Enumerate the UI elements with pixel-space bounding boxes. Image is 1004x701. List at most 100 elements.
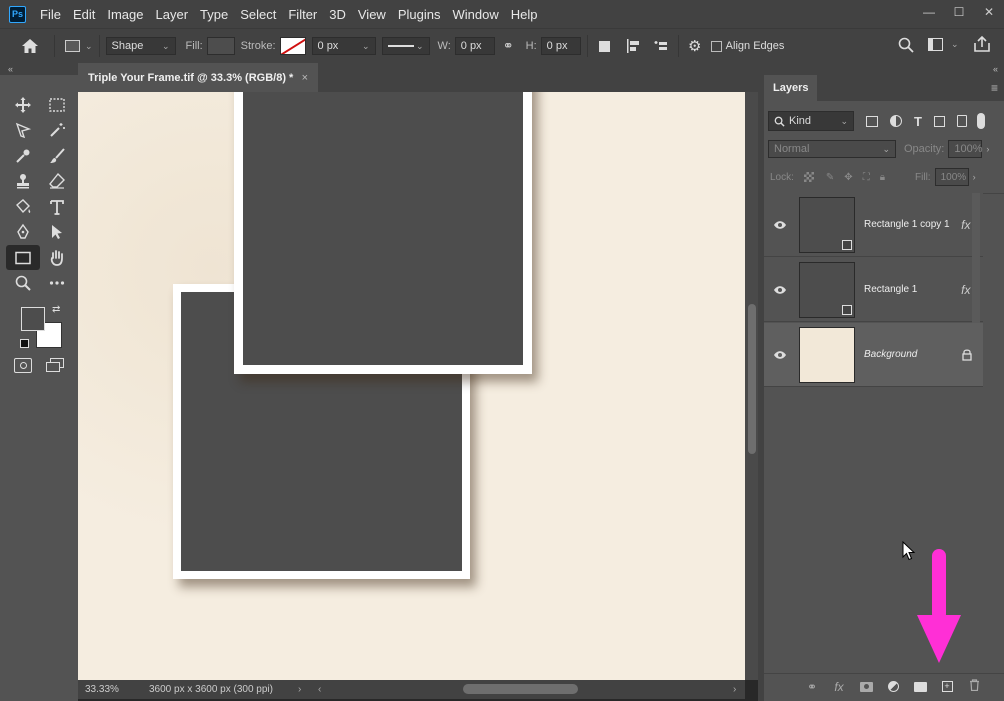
zoom-level[interactable]: 33.33% xyxy=(85,684,143,695)
height-field[interactable]: 0 px xyxy=(540,37,581,55)
collapse-panel-button[interactable]: « xyxy=(993,63,998,75)
lock-brush-icon[interactable]: ✎ xyxy=(826,172,834,183)
layer-row[interactable]: Rectangle 1 fx ⌄ xyxy=(764,258,983,322)
magic-wand-tool[interactable] xyxy=(40,118,74,143)
marquee-tool[interactable] xyxy=(40,92,74,117)
close-button[interactable]: ✕ xyxy=(974,0,1004,24)
menu-view[interactable]: View xyxy=(352,7,392,22)
link-dimensions-icon[interactable]: ⚭ xyxy=(503,38,514,54)
type-tool[interactable] xyxy=(40,194,74,219)
rectangle-tool[interactable] xyxy=(6,245,40,271)
hand-tool[interactable] xyxy=(40,245,74,270)
new-layer-icon[interactable]: + xyxy=(939,681,955,692)
paint-bucket-tool[interactable] xyxy=(6,194,40,219)
filter-smart-object-button[interactable] xyxy=(956,115,967,127)
workspace-button[interactable]: ⌄ xyxy=(928,38,959,51)
path-alignment-button[interactable] xyxy=(622,38,644,54)
chevron-right-icon[interactable]: › xyxy=(298,684,301,695)
vertical-scrollbar[interactable] xyxy=(745,92,758,680)
path-arrangement-button[interactable] xyxy=(650,38,672,54)
stroke-swatch[interactable] xyxy=(279,37,306,55)
eyedropper-tool[interactable] xyxy=(6,143,40,168)
menu-layer[interactable]: Layer xyxy=(150,7,195,22)
panel-menu-icon[interactable]: ≡ xyxy=(991,81,998,95)
chevron-right-icon[interactable]: › xyxy=(973,172,976,182)
stroke-type-select[interactable]: ⌄ xyxy=(381,37,430,55)
layer-row[interactable]: Background xyxy=(764,323,983,387)
move-tool[interactable] xyxy=(6,92,40,117)
menu-select[interactable]: Select xyxy=(234,7,282,22)
visibility-toggle[interactable] xyxy=(764,350,796,360)
chevron-left-icon[interactable]: ‹ xyxy=(318,684,321,695)
foreground-color-swatch[interactable] xyxy=(21,307,45,331)
filter-type-icon[interactable]: T xyxy=(914,114,922,129)
brush-tool[interactable] xyxy=(40,143,74,168)
pen-tool[interactable] xyxy=(6,220,40,245)
folder-icon[interactable] xyxy=(912,681,928,692)
layer-effects-icon[interactable]: fx xyxy=(961,283,970,297)
lock-all-icon[interactable]: 🔒︎ xyxy=(880,172,885,183)
visibility-toggle[interactable] xyxy=(764,220,796,230)
menu-filter[interactable]: Filter xyxy=(282,7,323,22)
document-tab[interactable]: Triple Your Frame.tif @ 33.3% (RGB/8) * … xyxy=(78,63,318,92)
more-tools-button[interactable] xyxy=(40,271,74,296)
minimize-button[interactable]: — xyxy=(914,0,944,24)
fx-icon[interactable]: fx xyxy=(831,680,847,694)
stroke-width-field[interactable]: 0 px ⌄ xyxy=(311,37,376,55)
canvas[interactable] xyxy=(78,92,745,680)
menu-image[interactable]: Image xyxy=(101,7,149,22)
fill-field[interactable]: 100% xyxy=(934,168,969,186)
opacity-field[interactable]: 100% xyxy=(948,140,983,158)
zoom-tool[interactable] xyxy=(6,271,40,296)
share-button[interactable] xyxy=(973,35,991,56)
blend-mode-select[interactable]: Normal ⌄ xyxy=(768,140,896,158)
horizontal-scroll-thumb[interactable] xyxy=(463,684,578,694)
search-button[interactable] xyxy=(898,37,914,56)
width-field[interactable]: 0 px xyxy=(454,37,495,55)
swap-colors-icon[interactable]: ⇄ xyxy=(52,304,60,315)
clone-stamp-tool[interactable] xyxy=(6,169,40,194)
screen-mode-button[interactable] xyxy=(46,358,66,373)
path-selection-tool[interactable] xyxy=(40,220,74,245)
eraser-tool[interactable] xyxy=(40,169,74,194)
layers-scrollbar[interactable] xyxy=(972,193,980,323)
filter-pixel-button[interactable] xyxy=(866,115,878,127)
default-colors-icon[interactable] xyxy=(20,339,29,348)
layer-row[interactable]: Rectangle 1 copy 1 fx ⌄ xyxy=(764,193,983,257)
menu-window[interactable]: Window xyxy=(446,7,504,22)
align-edges-checkbox[interactable] xyxy=(710,40,722,52)
fill-swatch[interactable] xyxy=(206,37,235,55)
filter-shape-button[interactable] xyxy=(933,115,945,127)
menu-3d[interactable]: 3D xyxy=(323,7,352,22)
mask-icon[interactable] xyxy=(858,681,874,692)
maximize-button[interactable]: ☐ xyxy=(944,0,974,24)
filter-toggle[interactable] xyxy=(976,113,985,129)
visibility-toggle[interactable] xyxy=(764,285,796,295)
menu-edit[interactable]: Edit xyxy=(67,7,101,22)
lock-transparent-button[interactable] xyxy=(803,172,814,182)
home-button[interactable] xyxy=(12,38,48,54)
chevron-right-icon[interactable]: › xyxy=(733,684,736,695)
shape-mode-select[interactable]: Shape ⌄ xyxy=(105,37,176,55)
vertical-scroll-thumb[interactable] xyxy=(748,304,756,454)
collapse-tools-button[interactable]: « xyxy=(0,63,78,75)
tool-preset-picker[interactable]: ⌄ xyxy=(65,40,93,52)
menu-type[interactable]: Type xyxy=(194,7,234,22)
filter-kind-select[interactable]: Kind ⌄ xyxy=(768,111,854,131)
menu-help[interactable]: Help xyxy=(505,7,544,22)
settings-button[interactable]: ⚙ xyxy=(685,37,705,55)
chevron-right-icon[interactable]: › xyxy=(986,144,989,154)
quick-mask-button[interactable] xyxy=(14,358,32,373)
menu-file[interactable]: File xyxy=(34,7,67,22)
trash-icon[interactable] xyxy=(966,679,982,694)
adjustment-icon[interactable] xyxy=(885,681,901,692)
close-tab-icon[interactable]: × xyxy=(302,72,308,84)
lasso-tool[interactable] xyxy=(6,118,40,143)
lock-position-icon[interactable]: ✥ xyxy=(844,172,852,183)
path-operations-button[interactable] xyxy=(594,40,616,52)
layer-effects-icon[interactable]: fx xyxy=(961,218,970,232)
menu-plugins[interactable]: Plugins xyxy=(392,7,447,22)
layers-tab[interactable]: Layers xyxy=(764,75,818,101)
lock-artboard-icon[interactable]: ⛶ xyxy=(863,172,870,183)
filter-adjustment-button[interactable] xyxy=(890,115,902,127)
